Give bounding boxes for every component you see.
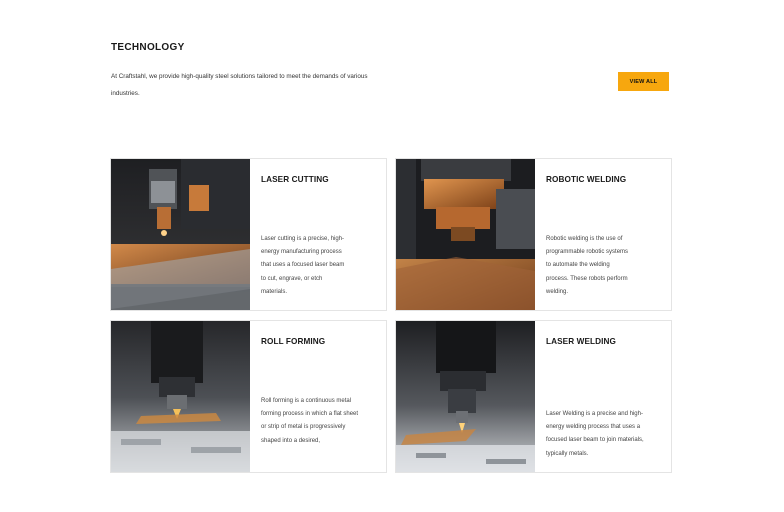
card-description: Roll forming is a continuous metal formin… [261,395,381,448]
card-description-line: Roll forming is a continuous metal [261,398,352,404]
tech-card-robotic-welding[interactable]: ROBOTIC WELDING Robotic welding is the u… [395,158,672,311]
card-title: LASER CUTTING [261,175,329,184]
card-description: Laser cutting is a precise, high-energy … [261,233,381,299]
card-description-line: welding. [546,288,569,295]
card-description: Robotic welding is the use of programmabl… [546,233,666,299]
tech-card-laser-welding[interactable]: LASER WELDING Laser Welding is a precise… [395,320,672,473]
card-description-line: to cut, engrave, or etch [261,275,323,282]
card-description-line: process. These robots perform [546,275,628,282]
card-description-line: shaped into a desired, [261,437,321,444]
card-description-line: Laser Welding is a precise and high- [546,411,643,417]
card-description-line: Robotic welding is the use of [546,236,623,242]
tech-card-roll-forming[interactable]: ROLL FORMING Roll forming is a continuou… [110,320,387,473]
card-description-line: forming process in which a flat sheet [261,411,359,418]
intro-line-1: At Craftstahl, we provide high-quality s… [111,73,368,80]
tech-card-laser-cutting[interactable]: LASER CUTTING Laser cutting is a precise… [110,158,387,311]
section-title: TECHNOLOGY [111,42,185,53]
card-description-line: that uses a focused laser beam [261,262,345,269]
card-description-line: focused laser beam to join materials, [546,437,644,444]
card-description-line: Laser cutting is a precise, high- [261,236,345,242]
view-all-button[interactable]: VIEW ALL [618,72,669,91]
card-description-line: to automate the welding [546,262,610,269]
section-intro: At Craftstahl, we provide high-quality s… [111,68,411,102]
robotic-welding-image [396,159,535,310]
roll-forming-image [111,321,250,472]
card-description: Laser Welding is a precise and high-ener… [546,408,666,461]
card-description-line: programmable robotic systems [546,249,629,256]
card-description-line: energy manufacturing process [261,249,342,256]
card-description-line: materials. [261,288,288,295]
card-description-line: energy welding process that uses a [546,424,641,431]
card-description-line: or strip of metal is progressively [261,424,346,431]
laser-welding-image [396,321,535,472]
card-title: ROBOTIC WELDING [546,175,627,184]
card-title: LASER WELDING [546,337,616,346]
card-description-line: typically metals. [546,450,589,457]
intro-line-2: industries. [111,90,140,97]
card-title: ROLL FORMING [261,337,326,346]
laser-cutting-image [111,159,250,310]
